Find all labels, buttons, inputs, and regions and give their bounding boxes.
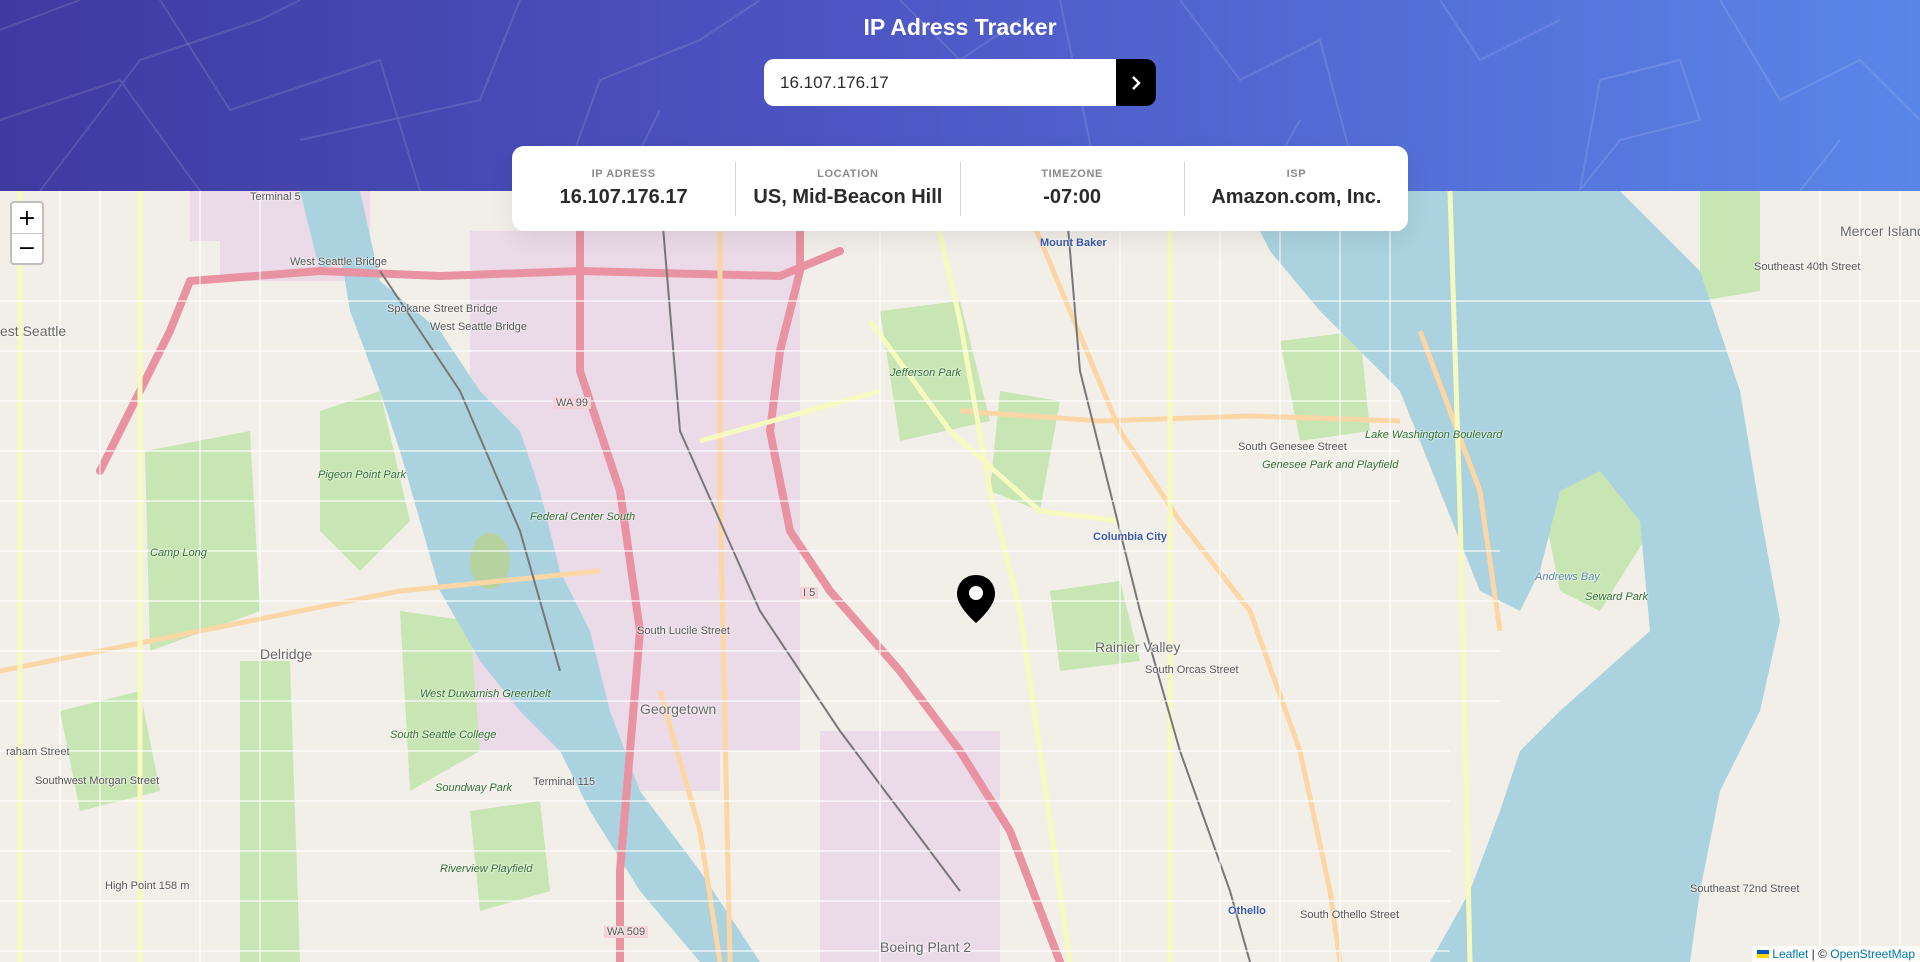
map-label: Terminal 5 <box>250 191 301 203</box>
info-label: IP ADRESS <box>591 168 656 180</box>
map-label: South Genesee Street <box>1238 441 1347 453</box>
ukraine-flag-icon <box>1757 950 1770 958</box>
map-label: Mount Baker <box>1040 237 1107 249</box>
map-label: Spokane Street Bridge <box>387 303 498 315</box>
map-view[interactable]: + − Terminal 5 est Seattle West Seattle … <box>0 191 1920 962</box>
leaflet-link[interactable]: Leaflet <box>1772 947 1808 961</box>
info-label: LOCATION <box>817 168 879 180</box>
map-label: raham Street <box>6 746 70 758</box>
map-label: Seward Park <box>1585 591 1648 603</box>
route-shield: I 5 <box>800 587 819 599</box>
map-label: South Othello Street <box>1300 909 1400 921</box>
map-label: Columbia City <box>1093 531 1167 543</box>
ip-search-form <box>764 59 1156 106</box>
openstreetmap-link[interactable]: OpenStreetMap <box>1830 947 1915 961</box>
map-label: South Seattle College <box>390 729 497 741</box>
page-title: IP Adress Tracker <box>863 14 1057 40</box>
map-label: Mercer Island <box>1840 223 1920 239</box>
zoom-control: + − <box>10 201 44 265</box>
info-ip-address: IP ADRESS 16.107.176.17 <box>512 161 737 216</box>
map-label: Soundway Park <box>435 782 513 794</box>
location-pin-icon[interactable] <box>956 574 996 624</box>
map-label: Othello <box>1228 905 1266 917</box>
info-isp: ISP Amazon.com, Inc. <box>1185 162 1408 216</box>
info-value: 16.107.176.17 <box>559 186 688 208</box>
map-label: Delridge <box>260 646 313 662</box>
route-shield: WA 509 <box>604 926 649 938</box>
map-label: Boeing Plant 2 <box>880 939 972 955</box>
map-label: High Point 158 m <box>105 880 190 892</box>
map-label: Southwest Morgan Street <box>35 775 160 787</box>
info-location: LOCATION US, Mid-Beacon Hill <box>736 161 961 216</box>
map-attribution: Leaflet | © OpenStreetMap <box>1752 946 1920 962</box>
map-label: Southeast 40th Street <box>1754 261 1861 273</box>
zoom-out-button[interactable]: − <box>12 233 42 263</box>
map-label: Georgetown <box>640 701 717 717</box>
map-label: Riverview Playfield <box>440 863 533 875</box>
attribution-separator: | © <box>1808 947 1831 961</box>
map-label: South Lucile Street <box>637 625 730 637</box>
info-label: ISP <box>1286 168 1307 180</box>
map-label: Jefferson Park <box>890 367 961 379</box>
map-label: est Seattle <box>0 323 67 339</box>
info-value: Amazon.com, Inc. <box>1211 186 1382 208</box>
map-label: Pigeon Point Park <box>318 469 407 481</box>
map-label: Federal Center South <box>530 511 636 523</box>
map-label: Andrews Bay <box>1535 571 1600 583</box>
map-label: Rainier Valley <box>1095 639 1181 655</box>
chevron-right-icon <box>1131 75 1141 90</box>
map-label: South Orcas Street <box>1145 664 1239 676</box>
info-value: US, Mid-Beacon Hill <box>753 186 943 208</box>
map-label: West Duwamish Greenbelt <box>420 688 551 700</box>
ip-info-card: IP ADRESS 16.107.176.17 LOCATION US, Mid… <box>512 146 1408 231</box>
map-label: Southeast 72nd Street <box>1690 883 1800 895</box>
ip-search-input[interactable] <box>764 59 1116 106</box>
map-label: Lake Washington Boulevard <box>1365 429 1503 441</box>
map-label: Terminal 115 <box>533 776 596 788</box>
search-submit-button[interactable] <box>1116 59 1156 106</box>
map-label: West Seattle Bridge <box>290 256 388 268</box>
route-shield: WA 99 <box>553 397 591 409</box>
map-label: West Seattle Bridge <box>430 321 528 333</box>
info-label: TIMEZONE <box>1041 168 1103 180</box>
info-timezone: TIMEZONE -07:00 <box>961 161 1185 216</box>
map-label: Genesee Park and Playfield <box>1262 459 1399 471</box>
map-label: Camp Long <box>150 547 207 559</box>
info-value: -07:00 <box>1043 186 1102 208</box>
zoom-in-button[interactable]: + <box>12 203 42 233</box>
